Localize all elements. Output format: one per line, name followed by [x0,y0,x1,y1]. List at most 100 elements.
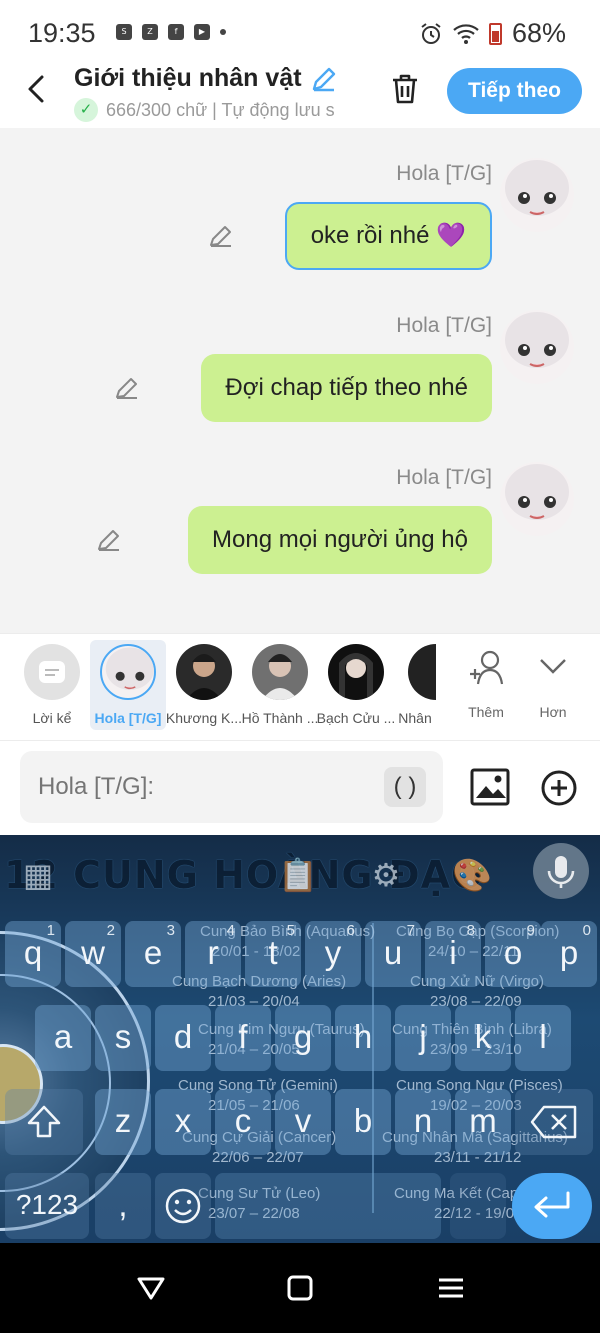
back-arrow-icon[interactable] [22,74,52,104]
key-j[interactable]: j [395,1005,451,1071]
space-key[interactable] [215,1173,441,1239]
key-f[interactable]: f [215,1005,271,1071]
grid-icon[interactable]: ▦ [18,855,58,895]
key-b[interactable]: b [335,1089,391,1155]
add-person-icon [470,650,504,685]
period-key[interactable] [450,1173,506,1239]
avatar[interactable] [500,462,574,536]
back-nav-icon[interactable] [136,1273,166,1303]
backspace-key[interactable] [515,1089,593,1155]
page-title[interactable]: Giới thiệu nhân vật [74,64,338,93]
comma-key[interactable]: , [95,1173,151,1239]
key-w[interactable]: 2w [65,921,121,987]
status-right: 68% [419,18,566,49]
character-item[interactable]: Nhân [394,634,436,734]
key-h[interactable]: h [335,1005,391,1071]
character-selector: Lời kể Hola [T/G] Khương K... Hồ Thành .… [0,633,600,741]
message-bubble[interactable]: Mong mọi người ủng hộ [188,506,492,574]
avatar [252,644,308,700]
avatar [408,644,436,700]
key-s[interactable]: s [95,1005,151,1071]
next-button[interactable]: Tiếp theo [447,68,582,114]
avatar-image-icon [505,312,569,368]
key-e[interactable]: 3e [125,921,181,987]
key-y[interactable]: 6y [305,921,361,987]
avatar [176,644,232,700]
home-nav-icon[interactable] [285,1273,315,1303]
key-n[interactable]: n [395,1089,451,1155]
shift-key[interactable] [5,1089,83,1155]
character-label: Khương K... [165,710,243,726]
status-bar: 19:35 S Z f ▶ 68% [0,0,600,64]
message-item: Hola [T/G] oke rồi nhé 💜 [0,128,600,280]
character-narrator[interactable]: Lời kể [14,634,90,734]
palette-icon[interactable]: 🎨 [452,855,492,895]
avatar [328,644,384,700]
notification-icons: S Z f ▶ [116,24,226,40]
symbols-key[interactable]: ?123 [5,1173,89,1239]
emoji-key[interactable] [155,1173,211,1239]
add-character-button[interactable]: Thêm [454,634,518,734]
add-icon[interactable] [540,769,578,807]
key-q[interactable]: 1q [5,921,61,987]
microphone-button[interactable] [533,843,589,899]
avatar[interactable] [500,158,574,232]
emoji-icon [165,1188,201,1224]
navigation-bar [0,1243,600,1333]
message-item: Hola [T/G] Đợi chap tiếp theo nhé [0,280,600,432]
zalo-icon: Z [142,24,158,40]
character-label: Lời kể [32,710,72,726]
edit-message-icon[interactable] [114,375,140,401]
character-item[interactable]: Bạch Cửu ... [317,634,395,734]
key-t[interactable]: 5t [245,921,301,987]
keyboard: 12 CUNG HOÀNG ĐẠO ▦ 📋 ⚙ 🎨 Cung Bảo Bình … [0,835,600,1243]
key-i[interactable]: 8i [425,921,481,987]
shopee-icon: S [116,24,132,40]
key-u[interactable]: 7u [365,921,421,987]
trash-icon[interactable] [388,72,422,106]
key-p[interactable]: 0p [541,921,597,987]
character-item[interactable]: Khương K... [166,634,242,734]
message-bubble[interactable]: Đợi chap tiếp theo nhé [201,354,492,422]
key-d[interactable]: d [155,1005,211,1071]
key-k[interactable]: k [455,1005,511,1071]
facebook-icon: f [168,24,184,40]
message-item: Hola [T/G] Mong mọi người ủng hộ [0,432,600,584]
key-c[interactable]: c [215,1089,271,1155]
character-item[interactable]: Hồ Thành ... [242,634,318,734]
message-bubble[interactable]: oke rồi nhé 💜 [284,202,492,270]
edit-title-icon[interactable] [310,65,338,93]
character-hola[interactable]: Hola [T/G] [90,640,166,730]
key-a[interactable]: a [35,1005,91,1071]
parenthesis-button[interactable]: ( ) [384,767,426,807]
alarm-icon [421,22,441,44]
key-r[interactable]: 4r [185,921,241,987]
edit-message-icon[interactable] [96,527,122,553]
key-g[interactable]: g [275,1005,331,1071]
key-l[interactable]: l [515,1005,571,1071]
message-sender: Hola [T/G] [396,314,492,337]
character-label: Hola [T/G] [94,710,162,726]
edit-message-icon[interactable] [208,223,234,249]
clipboard-icon[interactable]: 📋 [278,855,318,895]
key-z[interactable]: z [95,1089,151,1155]
key-o[interactable]: 9o [485,921,541,987]
key-m[interactable]: m [455,1089,511,1155]
key-v[interactable]: v [275,1089,331,1155]
character-label: Nhân [398,710,432,726]
avatar[interactable] [500,310,574,384]
more-notifications-icon [220,29,226,35]
message-sender: Hola [T/G] [396,162,492,185]
settings-icon[interactable]: ⚙ [366,855,406,895]
backspace-icon [530,1105,577,1139]
image-icon[interactable] [470,768,510,806]
menu-nav-icon[interactable] [436,1273,466,1303]
key-x[interactable]: x [155,1089,211,1155]
more-button[interactable]: Hơn [521,634,585,734]
avatar-image-icon [505,464,569,520]
editor-header: Giới thiệu nhân vật ✓ 666/300 chữ | Tự đ… [0,64,600,128]
input-bar: ( ) [0,741,600,835]
enter-key[interactable] [512,1173,592,1239]
shift-icon [27,1105,61,1138]
message-input[interactable] [20,751,443,823]
